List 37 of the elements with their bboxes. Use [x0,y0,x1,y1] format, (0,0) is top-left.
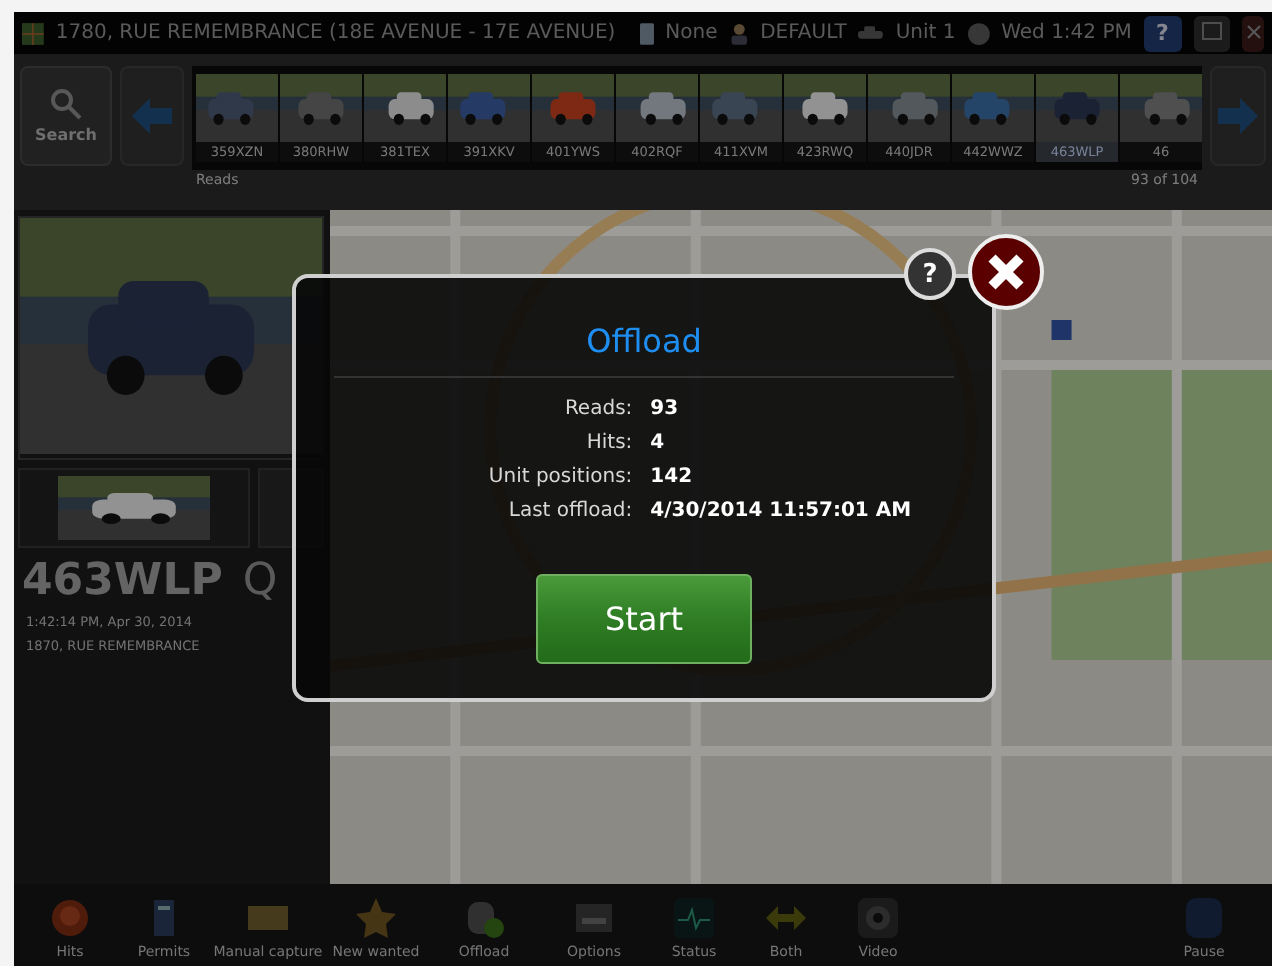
map-icon [22,19,44,48]
field-value: 142 [650,466,695,488]
plate-number: 463WLP [22,555,223,606]
field-label: Reads: [562,398,633,420]
region-text: Q [242,555,278,606]
location-text: 1780, RUE REMEMBRANCE (18E AVENUE - 17E AVENUE) [55,22,616,45]
field-label: Unit positions: [488,466,633,488]
search-icon [50,88,82,121]
badge-star-icon [354,896,398,940]
monitor-pulse-icon [672,896,716,940]
start-button[interactable]: Start [536,574,752,664]
field-label: Last offload: [506,500,633,522]
dialog-title: Offload [586,322,702,360]
next-button[interactable] [1210,66,1266,167]
field-value: 4 [650,432,667,454]
camera-lens-icon [856,896,900,940]
phone-icon [639,19,654,48]
user-text: DEFAULT [760,22,847,45]
field-value: 4/30/2014 11:57:01 AM [650,500,912,522]
car-icon [858,23,884,44]
field-value: 93 [650,398,681,420]
close-icon [986,252,1026,292]
maximize-button[interactable] [1193,15,1231,52]
field-label: Hits: [584,432,633,454]
clock-text: Wed 1:42 PM [1001,22,1132,45]
device-text: None [665,22,718,45]
database-download-icon [462,896,506,940]
person-icon [729,19,749,48]
close-icon [1245,24,1262,41]
window-icon [1201,22,1222,41]
previous-button[interactable] [120,66,184,167]
search-button[interactable]: Search [20,66,112,167]
siren-icon [48,896,92,940]
right-arrow-icon [1218,98,1258,135]
left-arrow-icon [132,98,172,135]
unit-text: Unit 1 [895,22,956,45]
help-button[interactable]: ? [1143,15,1181,52]
